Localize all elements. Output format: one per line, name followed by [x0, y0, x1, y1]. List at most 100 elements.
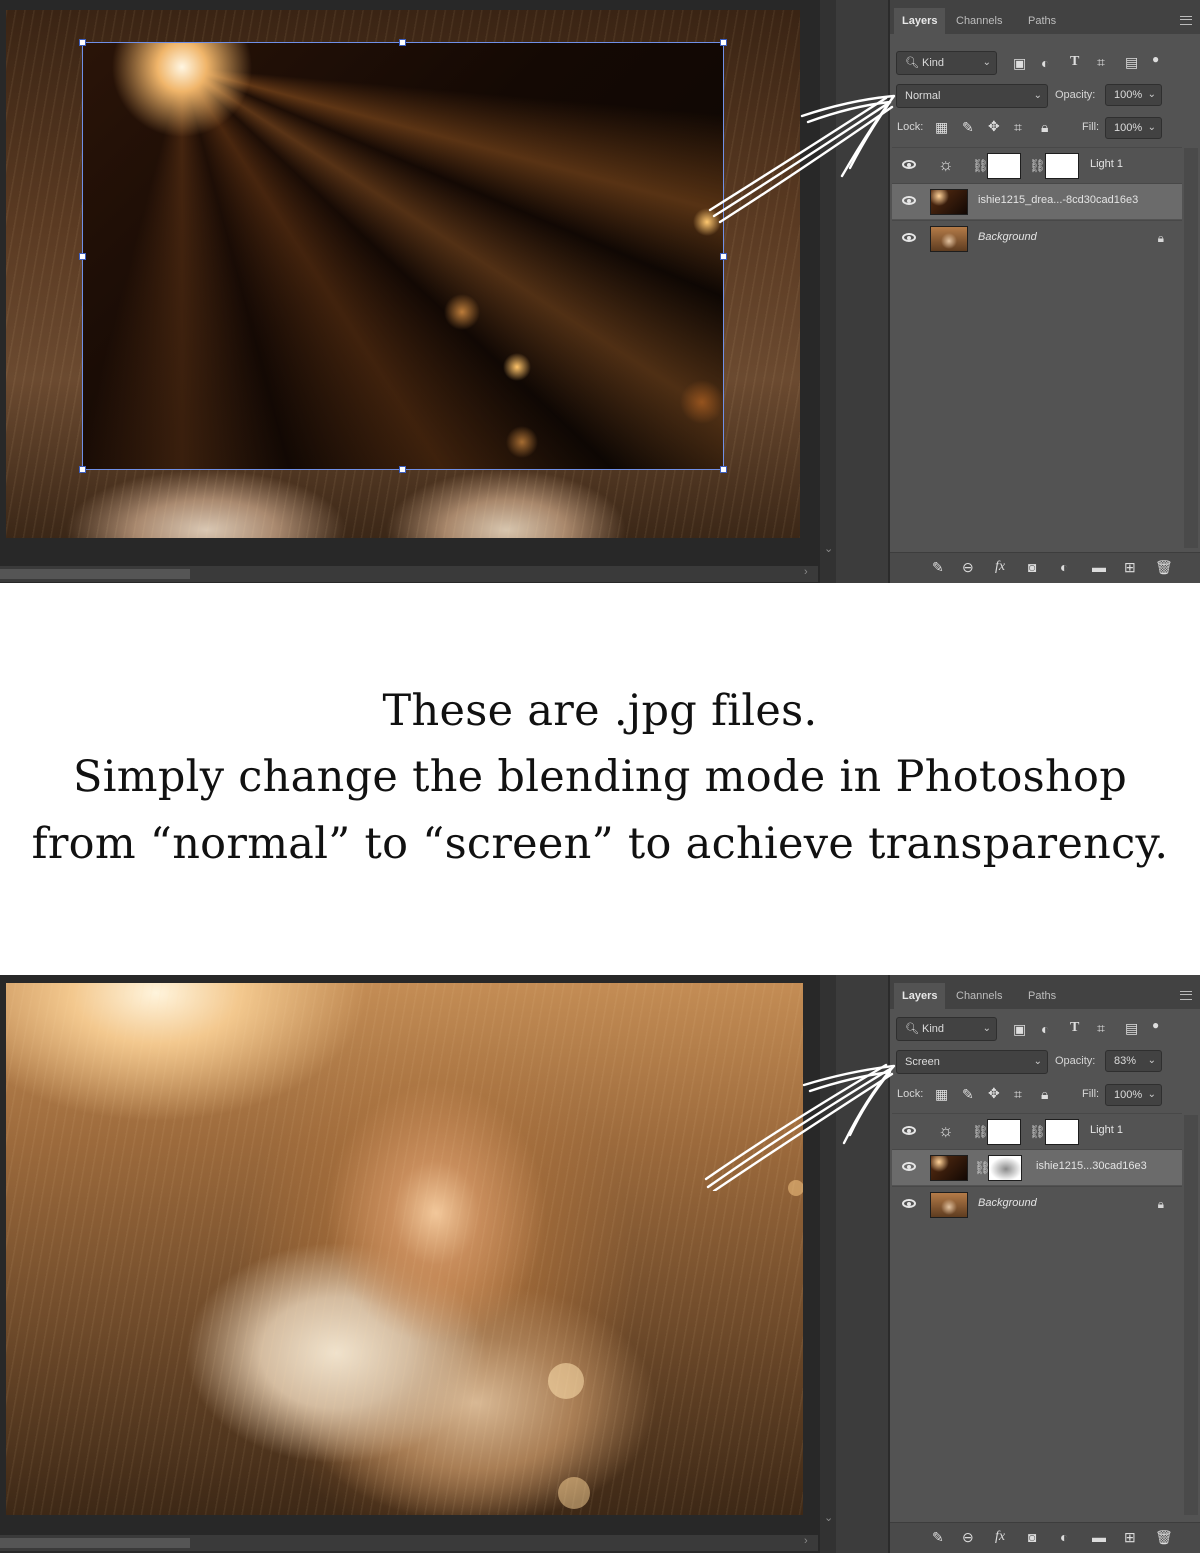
opacity-input[interactable]: 83% ⌄: [1105, 1050, 1162, 1072]
new-layer-icon[interactable]: ⊞: [1124, 1529, 1136, 1546]
lock-image-brush-icon[interactable]: ✎: [962, 119, 974, 135]
fx-icon[interactable]: fx: [995, 1529, 1005, 1545]
tab-channels[interactable]: Channels: [948, 983, 1010, 1009]
type-filter-icon[interactable]: T: [1070, 1020, 1079, 1036]
transform-bounding-box[interactable]: [82, 42, 724, 470]
tab-layers[interactable]: Layers: [894, 8, 946, 34]
brightness-icon: ☼: [938, 1121, 954, 1140]
layer-row-smart-object[interactable]: ishie1215_drea...-8cd30cad16e3: [892, 183, 1182, 219]
adjustment-layer-icon[interactable]: ◐: [1060, 559, 1068, 575]
lock-transparent-icon[interactable]: ▦: [935, 1086, 948, 1102]
lock-transparent-icon[interactable]: ▦: [935, 119, 948, 135]
adjustment-filter-icon[interactable]: ◐: [1041, 1021, 1049, 1037]
canvas-workspace: ›: [0, 0, 820, 583]
horizontal-scrollbar[interactable]: [0, 566, 818, 582]
fill-input[interactable]: 100% ⌄: [1105, 1084, 1162, 1106]
link-layers-icon[interactable]: ⊖: [962, 559, 974, 576]
transform-handle[interactable]: [720, 39, 727, 46]
layer-row-background[interactable]: Background 🔒︎: [892, 220, 1182, 256]
trash-icon[interactable]: 🗑︎: [1155, 1529, 1173, 1546]
new-layer-icon[interactable]: ⊞: [1124, 559, 1136, 576]
eye-icon[interactable]: [902, 160, 916, 169]
transform-handle[interactable]: [720, 466, 727, 473]
vertical-scrollbar[interactable]: ⌄: [820, 975, 836, 1553]
filter-kind-select[interactable]: 🔍︎ Kind ⌄: [896, 51, 997, 75]
folder-icon[interactable]: ▬: [1092, 1529, 1106, 1545]
opacity-input[interactable]: 100% ⌄: [1105, 84, 1162, 106]
eye-icon[interactable]: [902, 196, 916, 205]
add-mask-icon[interactable]: ◙: [1028, 559, 1036, 575]
eye-icon[interactable]: [902, 233, 916, 242]
layer-row-smart-object[interactable]: ⛓︎ ishie1215...30cad16e3: [892, 1149, 1182, 1185]
transform-handle[interactable]: [720, 253, 727, 260]
shape-filter-icon[interactable]: ⌗: [1097, 1020, 1105, 1036]
scroll-right-icon[interactable]: ›: [804, 566, 808, 578]
brush-link-icon[interactable]: ✎: [932, 1529, 944, 1546]
filter-toggle-icon[interactable]: ●: [1152, 51, 1159, 67]
caption-line-1: These are .jpg files.: [382, 686, 818, 736]
shape-filter-icon[interactable]: ⌗: [1097, 54, 1105, 70]
transform-handle[interactable]: [79, 253, 86, 260]
layer-name: Background: [978, 231, 1037, 243]
smart-object-filter-icon[interactable]: ▤: [1125, 1020, 1138, 1036]
type-filter-icon[interactable]: T: [1070, 54, 1079, 70]
layer-thumbnail: [930, 1192, 968, 1218]
folder-icon[interactable]: ▬: [1092, 559, 1106, 575]
lock-artboard-crop-icon[interactable]: ⌗: [1014, 119, 1022, 135]
adjustment-layer-icon[interactable]: ◐: [1060, 1529, 1068, 1545]
blend-mode-value: Screen: [905, 1056, 940, 1068]
blend-mode-select[interactable]: Normal ⌄: [896, 84, 1048, 108]
tab-paths[interactable]: Paths: [1020, 983, 1064, 1009]
smart-object-filter-icon[interactable]: ▤: [1125, 54, 1138, 70]
tab-layers[interactable]: Layers: [894, 983, 946, 1009]
panel-menu-icon[interactable]: [1180, 16, 1192, 25]
layer-thumbnail: [930, 189, 968, 215]
lock-position-move-icon[interactable]: ✥: [988, 118, 1000, 134]
eye-icon[interactable]: [902, 1162, 916, 1171]
lock-position-move-icon[interactable]: ✥: [988, 1085, 1000, 1101]
eye-icon[interactable]: [902, 1126, 916, 1135]
add-mask-icon[interactable]: ◙: [1028, 1529, 1036, 1545]
eye-icon[interactable]: [902, 1199, 916, 1208]
tab-paths[interactable]: Paths: [1020, 8, 1064, 34]
layer-row-background[interactable]: Background 🔒︎: [892, 1186, 1182, 1222]
adjustment-filter-icon[interactable]: ◐: [1041, 55, 1049, 71]
transform-handle[interactable]: [399, 466, 406, 473]
trash-icon[interactable]: 🗑︎: [1155, 559, 1173, 576]
transform-handle[interactable]: [399, 39, 406, 46]
image-filter-icon[interactable]: ▣: [1013, 1021, 1026, 1037]
lock-image-brush-icon[interactable]: ✎: [962, 1086, 974, 1102]
layer-mask-thumbnail: [1045, 1119, 1079, 1145]
opacity-label: Opacity:: [1055, 1055, 1096, 1067]
layer-name: ishie1215_drea...-8cd30cad16e3: [978, 194, 1139, 206]
blend-mode-select[interactable]: Screen ⌄: [896, 1050, 1048, 1074]
panel-scrollbar[interactable]: [1184, 1115, 1198, 1515]
scroll-right-icon[interactable]: ›: [804, 1535, 808, 1547]
panel-menu-icon[interactable]: [1180, 991, 1192, 1000]
scroll-down-icon[interactable]: ⌄: [824, 1511, 833, 1524]
fx-icon[interactable]: fx: [995, 559, 1005, 575]
kind-label: Kind: [922, 57, 945, 69]
scroll-down-icon[interactable]: ⌄: [824, 542, 833, 555]
brush-link-icon[interactable]: ✎: [932, 559, 944, 576]
layer-row-light-1[interactable]: ☼ ⛓︎ ⛓︎ Light 1: [892, 1113, 1182, 1149]
lock-all-icon[interactable]: 🔒︎: [1041, 119, 1048, 135]
horizontal-scrollbar[interactable]: [0, 1535, 818, 1551]
filter-kind-select[interactable]: 🔍︎ Kind ⌄: [896, 1017, 997, 1041]
layer-thumbnail: [987, 153, 1021, 179]
transform-handle[interactable]: [79, 39, 86, 46]
panel-scrollbar[interactable]: [1184, 148, 1198, 548]
image-filter-icon[interactable]: ▣: [1013, 55, 1026, 71]
layer-thumbnail: [930, 1155, 968, 1181]
filter-toggle-icon[interactable]: ●: [1152, 1017, 1159, 1033]
fill-input[interactable]: 100% ⌄: [1105, 117, 1162, 139]
vertical-scrollbar[interactable]: ⌄: [820, 0, 836, 583]
fill-label: Fill:: [1082, 1088, 1100, 1100]
blend-mode-value: Normal: [905, 90, 941, 102]
link-layers-icon[interactable]: ⊖: [962, 1529, 974, 1546]
layer-row-light-1[interactable]: ☼ ⛓︎ ⛓︎ Light 1: [892, 147, 1182, 183]
tab-channels[interactable]: Channels: [948, 8, 1010, 34]
lock-artboard-crop-icon[interactable]: ⌗: [1014, 1086, 1022, 1102]
transform-handle[interactable]: [79, 466, 86, 473]
lock-all-icon[interactable]: 🔒︎: [1041, 1086, 1048, 1102]
